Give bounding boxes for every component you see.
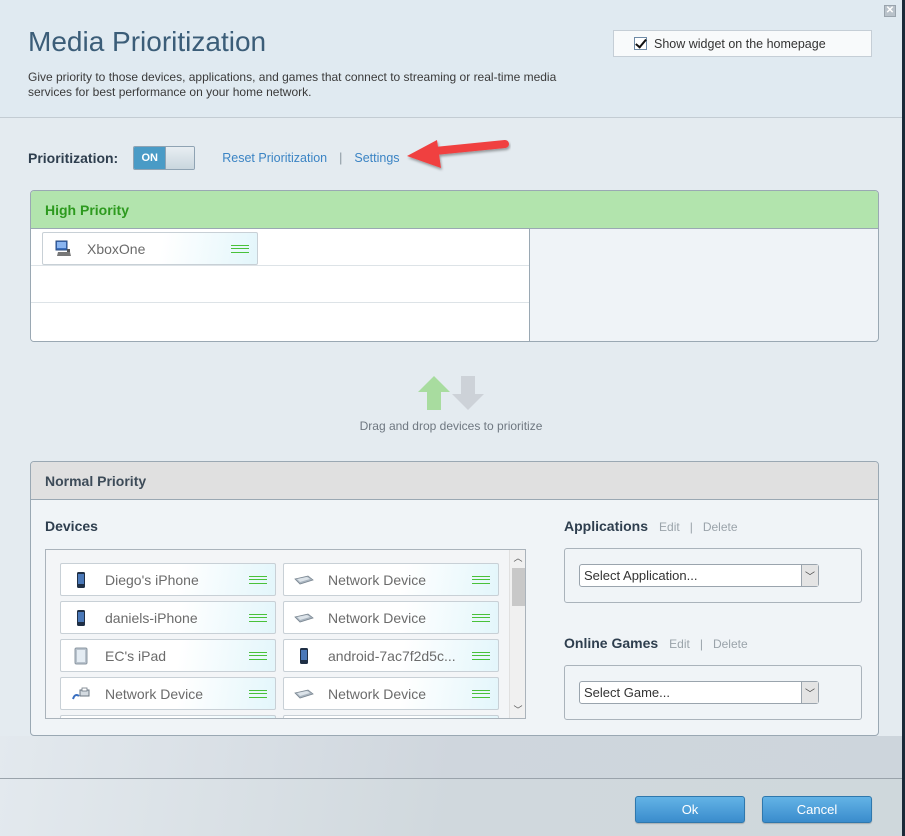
- select-game-dropdown[interactable]: Select Game... ﹀: [579, 681, 819, 704]
- smartphone-icon: [71, 608, 91, 628]
- select-application-dropdown[interactable]: Select Application... ﹀: [579, 564, 819, 587]
- ok-button[interactable]: Ok: [635, 796, 745, 823]
- high-priority-panel: High Priority XboxOne: [30, 190, 879, 342]
- select-application-value: Select Application...: [584, 568, 698, 583]
- dialog-header: ✕ Media Prioritization Give priority to …: [0, 0, 902, 118]
- normal-priority-panel: Normal Priority Devices Diego's iPhone N…: [30, 461, 879, 736]
- network-printer-icon: [71, 684, 91, 704]
- device-card-partial[interactable]: [283, 715, 499, 718]
- high-priority-slot[interactable]: [31, 266, 529, 303]
- separator: |: [699, 637, 703, 651]
- page-description: Give priority to those devices, applicat…: [28, 70, 557, 99]
- toggle-on-label: ON: [134, 147, 166, 169]
- games-delete-link[interactable]: Delete: [713, 637, 748, 651]
- games-edit-link[interactable]: Edit: [669, 637, 690, 651]
- device-card-xboxone[interactable]: XboxOne: [42, 232, 258, 265]
- tablet-icon: [71, 646, 91, 666]
- device-card[interactable]: Diego's iPhone: [60, 563, 276, 596]
- high-priority-header: High Priority: [31, 191, 878, 229]
- drag-handle-icon[interactable]: [472, 575, 490, 584]
- separator: |: [689, 520, 693, 534]
- show-widget-option[interactable]: Show widget on the homepage: [613, 30, 872, 57]
- device-name: Network Device: [328, 571, 427, 588]
- prioritization-row: Prioritization: ON Reset Prioritization …: [28, 146, 400, 170]
- device-card[interactable]: Network Device: [283, 563, 499, 596]
- drag-handle-icon[interactable]: [472, 689, 490, 698]
- device-card-partial[interactable]: [60, 715, 276, 718]
- drag-handle-icon[interactable]: [472, 651, 490, 660]
- device-name: android-7ac7f2d5c...: [328, 647, 456, 664]
- drag-handle-icon[interactable]: [249, 575, 267, 584]
- link-separator: |: [339, 151, 343, 165]
- scroll-thumb[interactable]: [512, 568, 525, 606]
- devices-scrollbar[interactable]: ︿ ﹀: [509, 550, 525, 718]
- scroll-up-icon[interactable]: ︿: [510, 550, 525, 566]
- drag-hint-text: Drag and drop devices to prioritize: [359, 419, 543, 433]
- smartphone-icon: [294, 646, 314, 666]
- scroll-down-icon[interactable]: ﹀: [510, 702, 525, 718]
- drag-handle-icon[interactable]: [249, 651, 267, 660]
- device-name: XboxOne: [87, 240, 146, 257]
- page-title: Media Prioritization: [28, 26, 267, 57]
- arrow-down-icon: [452, 376, 484, 410]
- device-name: Diego's iPhone: [105, 571, 199, 588]
- high-priority-slot[interactable]: [31, 303, 529, 340]
- annotation-arrow-icon: [407, 140, 509, 168]
- prioritization-label: Prioritization:: [28, 150, 119, 166]
- chevron-down-icon[interactable]: ﹀: [801, 682, 818, 703]
- drag-handle-icon[interactable]: [231, 244, 249, 253]
- applications-title: Applications: [564, 518, 649, 534]
- applications-delete-link[interactable]: Delete: [703, 520, 738, 534]
- network-device-icon: [294, 684, 314, 704]
- prioritization-toggle[interactable]: ON: [133, 146, 196, 170]
- device-card[interactable]: Network Device: [283, 601, 499, 634]
- games-header: Online Games Edit | Delete: [564, 635, 748, 651]
- drag-handle-icon[interactable]: [249, 613, 267, 622]
- devices-list[interactable]: Diego's iPhone Network Device daniels-iP…: [45, 549, 526, 719]
- normal-priority-header: Normal Priority: [31, 462, 878, 500]
- applications-box: Select Application... ﹀: [564, 548, 862, 603]
- device-name: EC's iPad: [105, 647, 167, 664]
- footer-band: [0, 736, 902, 778]
- close-icon[interactable]: ✕: [884, 5, 896, 17]
- device-card[interactable]: Network Device: [60, 677, 276, 710]
- desktop-computer-icon: [53, 239, 73, 259]
- device-card[interactable]: daniels-iPhone: [60, 601, 276, 634]
- applications-edit-link[interactable]: Edit: [659, 520, 680, 534]
- device-card[interactable]: android-7ac7f2d5c...: [283, 639, 499, 672]
- device-name: Network Device: [105, 685, 204, 702]
- drag-handle-icon[interactable]: [472, 613, 490, 622]
- network-device-icon: [294, 570, 314, 590]
- cancel-button[interactable]: Cancel: [762, 796, 872, 823]
- high-priority-drop-zone[interactable]: XboxOne: [31, 229, 530, 341]
- network-device-icon: [294, 608, 314, 628]
- games-box: Select Game... ﹀: [564, 665, 862, 720]
- games-title: Online Games: [564, 635, 659, 651]
- applications-header: Applications Edit | Delete: [564, 518, 738, 534]
- devices-title: Devices: [45, 518, 98, 534]
- show-widget-label: Show widget on the homepage: [654, 36, 826, 51]
- device-card[interactable]: Network Device: [283, 677, 499, 710]
- reset-prioritization-link[interactable]: Reset Prioritization: [222, 151, 327, 165]
- select-game-value: Select Game...: [584, 685, 670, 700]
- drag-handle-icon[interactable]: [249, 689, 267, 698]
- device-name: Network Device: [328, 685, 427, 702]
- settings-link[interactable]: Settings: [354, 151, 399, 165]
- drag-hint: Drag and drop devices to prioritize: [300, 374, 602, 433]
- high-priority-slot[interactable]: XboxOne: [31, 229, 529, 266]
- device-name: Network Device: [328, 609, 427, 626]
- dialog-footer: Ok Cancel: [0, 778, 902, 836]
- device-name: daniels-iPhone: [105, 609, 198, 626]
- device-card[interactable]: EC's iPad: [60, 639, 276, 672]
- arrow-up-icon: [418, 376, 450, 410]
- chevron-down-icon[interactable]: ﹀: [801, 565, 818, 586]
- smartphone-icon: [71, 570, 91, 590]
- toggle-knob[interactable]: [165, 147, 195, 169]
- show-widget-checkbox[interactable]: [634, 37, 647, 50]
